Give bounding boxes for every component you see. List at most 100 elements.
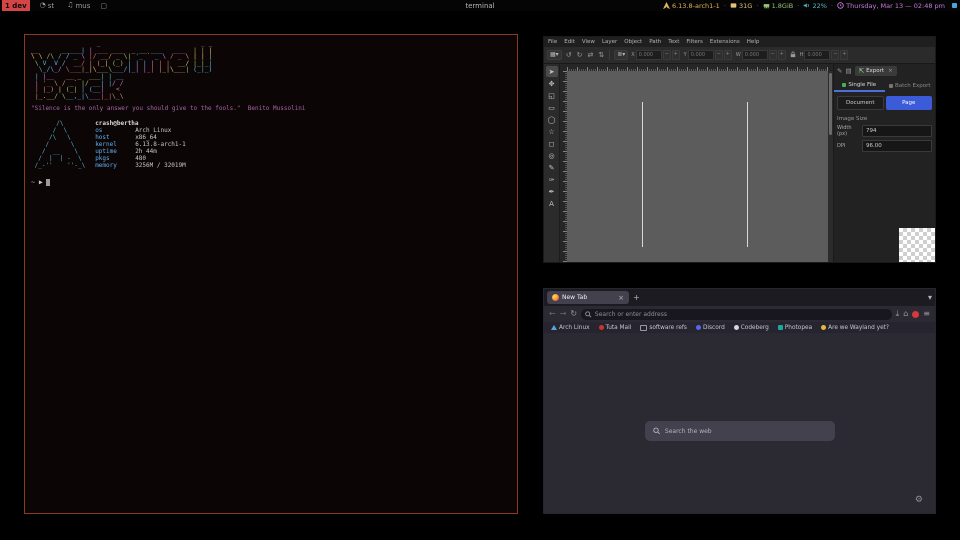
pen-tool[interactable]: ✑ bbox=[546, 174, 558, 185]
inkscape-window[interactable]: File Edit View Layer Object Path Text Filters Ex… bbox=[543, 36, 936, 263]
decrement-button[interactable]: − bbox=[831, 50, 839, 60]
bookmark-codeberg[interactable]: Codeberg bbox=[734, 325, 769, 331]
welcome-banner-ascii: _ _ _ __ _____| | ___ ___ _ __ ___ ___ |… bbox=[31, 40, 511, 99]
node-tool[interactable]: ✥ bbox=[546, 78, 558, 89]
increment-button[interactable]: + bbox=[724, 50, 732, 60]
terminal-window[interactable]: _ _ _ __ _____| | ___ ___ _ __ ___ ___ |… bbox=[24, 34, 518, 514]
url-input[interactable] bbox=[595, 311, 888, 318]
menu-help[interactable]: Help bbox=[747, 39, 760, 45]
user-host: crash@bertha bbox=[95, 120, 186, 127]
text-tool[interactable]: A bbox=[546, 198, 558, 209]
shell-prompt[interactable]: ~ ▶ bbox=[31, 178, 511, 186]
flip-vertical-button[interactable]: ⇅ bbox=[597, 52, 605, 59]
downloads-icon[interactable]: ⤓ bbox=[896, 310, 900, 318]
tab-batch-export[interactable]: Batch Export bbox=[885, 80, 936, 92]
quote-line: "Silence is the only answer you should g… bbox=[31, 105, 511, 112]
tab-single-file[interactable]: Single File bbox=[834, 80, 885, 92]
menu-icon[interactable]: ≡ bbox=[923, 310, 930, 318]
spiral-tool[interactable]: ◎ bbox=[546, 150, 558, 161]
rotate-ccw-button[interactable]: ↺ bbox=[565, 52, 573, 59]
fetch-row-host: hostx86_64 bbox=[95, 134, 186, 141]
bookmark-label: Discord bbox=[703, 325, 725, 331]
workspace-mus[interactable]: ♫mus bbox=[64, 0, 93, 11]
selection-mode-dropdown[interactable]: ▦▾ bbox=[547, 50, 562, 60]
dpi-input[interactable]: 96.00 bbox=[862, 140, 932, 152]
fetch-label: uptime bbox=[95, 148, 135, 155]
decrement-button[interactable]: − bbox=[663, 50, 671, 60]
bookmark-photopea[interactable]: Photopea bbox=[778, 325, 812, 331]
menu-object[interactable]: Object bbox=[624, 39, 642, 45]
workspace-list: 1 dev ◔st ♫mus ▢ bbox=[0, 0, 107, 11]
active-tab[interactable]: New Tab × bbox=[547, 291, 629, 304]
width-input[interactable]: 794 bbox=[862, 125, 932, 137]
status-arch: 6.13.8-arch1-1 bbox=[663, 2, 720, 10]
menu-extensions[interactable]: Extensions bbox=[710, 39, 740, 45]
reload-button[interactable]: ↻ bbox=[570, 310, 577, 318]
new-tab-button[interactable]: + bbox=[633, 294, 640, 302]
flip-horizontal-button[interactable]: ⇄ bbox=[586, 52, 594, 59]
layout-indicator-icon[interactable]: ▢ bbox=[100, 2, 107, 10]
pencil-icon[interactable]: ✎ bbox=[837, 67, 842, 75]
tab-close-icon[interactable]: × bbox=[618, 294, 624, 302]
scrollbar-thumb[interactable] bbox=[829, 73, 832, 135]
lock-ratio-icon[interactable] bbox=[790, 51, 796, 60]
bookmark-software-refs[interactable]: software refs bbox=[640, 325, 687, 331]
shape-builder-tool[interactable]: ◱ bbox=[546, 90, 558, 101]
toolbar-separator bbox=[609, 50, 610, 60]
browser-window[interactable]: New Tab × + ▾ ← → ↻ ⤓ ⌂ ≡ Arch Linux Tuta… bbox=[543, 288, 936, 514]
pencil-tool[interactable]: ✎ bbox=[546, 162, 558, 173]
menu-edit[interactable]: Edit bbox=[564, 39, 575, 45]
h-value-input[interactable]: 0.000 bbox=[804, 50, 830, 60]
bookmark-discord[interactable]: Discord bbox=[696, 325, 725, 331]
workspace-label: 1 dev bbox=[5, 2, 27, 10]
fetch-label: kernel bbox=[95, 141, 135, 148]
bookmark-are-we-wayland-yet-[interactable]: Are we Wayland yet? bbox=[821, 325, 889, 331]
x-value-input[interactable]: 0.000 bbox=[636, 50, 662, 60]
menu-layer[interactable]: Layer bbox=[602, 39, 617, 45]
decrement-button[interactable]: − bbox=[769, 50, 777, 60]
star-tool[interactable]: ☆ bbox=[546, 126, 558, 137]
home-icon[interactable]: ⌂ bbox=[903, 310, 908, 318]
selector-tool[interactable]: ➤ bbox=[546, 66, 558, 77]
y-value-input[interactable]: 0.000 bbox=[688, 50, 714, 60]
page-button[interactable]: Page bbox=[886, 96, 933, 110]
personalize-gear-icon[interactable]: ⚙ bbox=[915, 495, 923, 505]
rectangle-tool[interactable]: ▭ bbox=[546, 102, 558, 113]
align-dropdown[interactable]: ≣▾ bbox=[614, 50, 628, 60]
increment-button[interactable]: + bbox=[840, 50, 848, 60]
url-bar[interactable] bbox=[581, 309, 892, 320]
calligraphy-tool[interactable]: ✒ bbox=[546, 186, 558, 197]
bookmark-arch-linux[interactable]: Arch Linux bbox=[551, 325, 590, 331]
close-icon[interactable]: × bbox=[888, 68, 893, 74]
workspace-1-dev[interactable]: 1 dev bbox=[2, 0, 30, 11]
bookmark-tuta-mail[interactable]: Tuta Mail bbox=[599, 325, 632, 331]
export-tab[interactable]: ⇱ Export × bbox=[855, 66, 897, 76]
web-search-box[interactable] bbox=[645, 421, 835, 441]
favicon-icon bbox=[821, 325, 826, 330]
menu-view[interactable]: View bbox=[582, 39, 595, 45]
inkscape-canvas[interactable] bbox=[567, 71, 828, 262]
menu-text[interactable]: Text bbox=[668, 39, 679, 45]
menu-file[interactable]: File bbox=[548, 39, 557, 45]
spin-y: Y0.000−+ bbox=[684, 50, 732, 60]
increment-button[interactable]: + bbox=[778, 50, 786, 60]
decrement-button[interactable]: − bbox=[715, 50, 723, 60]
web-search-input[interactable] bbox=[665, 428, 827, 435]
tab-title: New Tab bbox=[562, 294, 587, 301]
menu-path[interactable]: Path bbox=[649, 39, 661, 45]
workspace-st[interactable]: ◔st bbox=[37, 0, 58, 11]
box3d-tool[interactable]: ◻ bbox=[546, 138, 558, 149]
forward-button[interactable]: → bbox=[560, 310, 567, 318]
menu-filters[interactable]: Filters bbox=[686, 39, 703, 45]
list-tabs-chevron-icon[interactable]: ▾ bbox=[928, 294, 932, 302]
extension-icon[interactable] bbox=[912, 311, 919, 318]
back-button[interactable]: ← bbox=[549, 310, 556, 318]
w-value-input[interactable]: 0.000 bbox=[742, 50, 768, 60]
tray-icon[interactable] bbox=[952, 3, 957, 8]
layers-icon[interactable]: ▤ bbox=[845, 67, 851, 75]
ellipse-tool[interactable]: ◯ bbox=[546, 114, 558, 125]
rotate-cw-button[interactable]: ↻ bbox=[576, 52, 584, 59]
increment-button[interactable]: + bbox=[672, 50, 680, 60]
document-button[interactable]: Document bbox=[837, 96, 884, 110]
status-volume: 22% bbox=[803, 2, 826, 10]
